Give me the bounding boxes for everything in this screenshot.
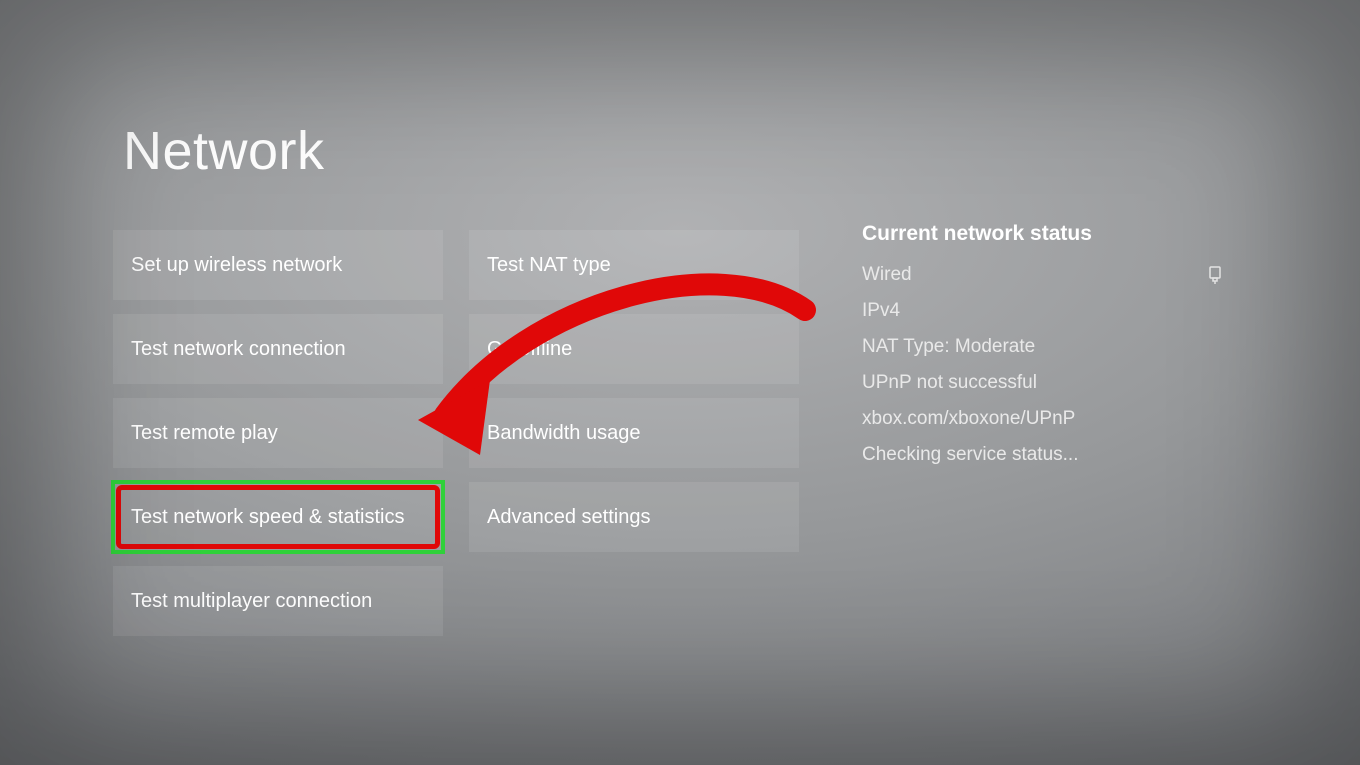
status-connection-type: Wired — [862, 264, 1222, 286]
page-title: Network — [123, 120, 325, 182]
tile-label: Test network speed & statistics — [131, 506, 404, 529]
status-heading: Current network status — [862, 222, 1222, 246]
status-ip-version: IPv4 — [862, 300, 1222, 322]
network-settings-screen: Network Set up wireless network Test net… — [0, 0, 1360, 765]
status-service: Checking service status... — [862, 444, 1222, 466]
options-column-left: Set up wireless network Test network con… — [113, 230, 443, 636]
network-status-panel: Current network status Wired IPv4 NAT Ty… — [862, 222, 1222, 480]
tile-advanced-settings[interactable]: Advanced settings — [469, 482, 799, 552]
options-column-right: Test NAT type Go offline Bandwidth usage… — [469, 230, 799, 636]
tile-test-multiplayer[interactable]: Test multiplayer connection — [113, 566, 443, 636]
tile-label: Test NAT type — [487, 254, 611, 277]
status-upnp: UPnP not successful — [862, 372, 1222, 394]
ethernet-icon — [1208, 266, 1222, 284]
tile-test-remote-play[interactable]: Test remote play — [113, 398, 443, 468]
tile-label: Go offline — [487, 338, 572, 361]
tile-label: Advanced settings — [487, 506, 650, 529]
tile-label: Set up wireless network — [131, 254, 342, 277]
tile-label: Test remote play — [131, 422, 278, 445]
tile-test-connection[interactable]: Test network connection — [113, 314, 443, 384]
tile-test-speed-stats[interactable]: Test network speed & statistics — [113, 482, 443, 552]
options-grid: Set up wireless network Test network con… — [113, 230, 799, 636]
status-nat-type: NAT Type: Moderate — [862, 336, 1222, 358]
tile-label: Test network connection — [131, 338, 346, 361]
tile-bandwidth-usage[interactable]: Bandwidth usage — [469, 398, 799, 468]
status-connection-label: Wired — [862, 264, 912, 286]
tile-label: Test multiplayer connection — [131, 590, 372, 613]
tile-go-offline[interactable]: Go offline — [469, 314, 799, 384]
tile-setup-wireless[interactable]: Set up wireless network — [113, 230, 443, 300]
tile-test-nat[interactable]: Test NAT type — [469, 230, 799, 300]
tile-label: Bandwidth usage — [487, 422, 640, 445]
status-help-url: xbox.com/xboxone/UPnP — [862, 408, 1222, 430]
